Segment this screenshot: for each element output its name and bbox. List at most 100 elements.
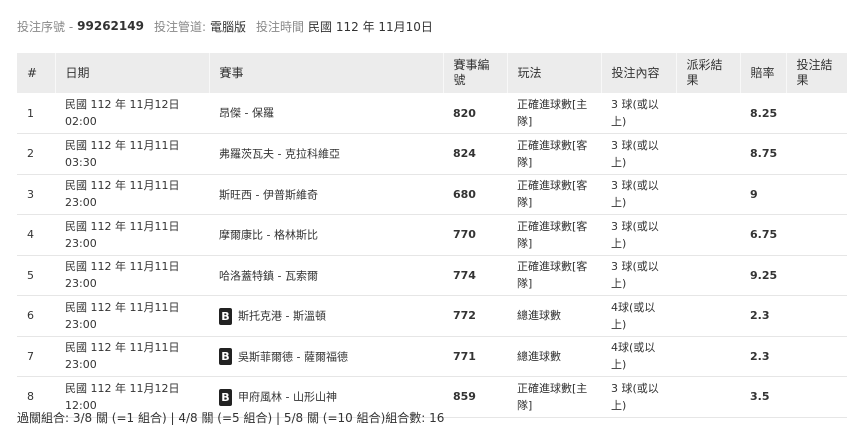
row-number: 7	[27, 349, 34, 363]
play-type: 總進球數	[517, 309, 561, 323]
banker-badge: B	[219, 388, 232, 406]
column-header-bet-result: 投注結果	[785, 53, 847, 93]
odds-value: 8.25	[750, 106, 778, 120]
match-datetime: 民國 112 年 11月11日 03:30	[65, 138, 180, 169]
bet-content: 3 球(或以上)	[611, 219, 659, 250]
odds-value: 2.3	[750, 309, 770, 323]
odds-value: 3.5	[750, 390, 770, 404]
table-header-row: # 日期 賽事 賽事編號 玩法 投注內容 派彩結果 賠率 投注結果	[17, 53, 847, 93]
event-name: 斯旺西 - 伊普斯維奇	[219, 188, 318, 201]
bet-result	[786, 377, 847, 418]
column-header-date: 日期	[54, 53, 209, 93]
bet-result	[786, 215, 847, 256]
channel-value: 電腦版	[210, 19, 247, 34]
column-header-event: 賽事	[208, 53, 443, 93]
match-datetime: 民國 112 年 11月11日 23:00	[65, 179, 180, 210]
column-header-play-type: 玩法	[506, 53, 601, 93]
column-header-payout-result: 派彩結果	[675, 53, 740, 93]
bet-result	[786, 296, 847, 337]
odds-value: 9	[750, 187, 758, 201]
odds-value: 2.3	[750, 349, 770, 363]
payout-result	[676, 336, 740, 377]
payout-result	[676, 296, 740, 337]
banker-badge: B	[219, 307, 232, 325]
row-number: 1	[27, 106, 34, 120]
play-type: 總進球數	[517, 349, 561, 363]
time-value: 民國 112 年 11月10日	[308, 19, 433, 34]
match-datetime: 民國 112 年 11月11日 23:00	[65, 260, 180, 291]
column-header-bet-content: 投注內容	[600, 53, 676, 93]
match-datetime: 民國 112 年 11月11日 23:00	[65, 341, 180, 372]
event-name: 摩爾康比 - 格林斯比	[219, 228, 318, 242]
play-type: 正確進球數[主隊]	[517, 98, 588, 128]
play-type: 正確進球數[客隊]	[517, 179, 588, 210]
event-code: 772	[453, 309, 476, 323]
event-code: 771	[453, 349, 476, 363]
bet-content: 3 球(或以上)	[611, 381, 659, 412]
table-row: 7 民國 112 年 11月11日 23:00 B 吳斯菲爾德 - 薩爾福德 771 總進…	[17, 336, 847, 377]
payout-result	[676, 174, 740, 215]
event-name: 哈洛蓋特鎮 - 瓦索爾	[219, 269, 318, 282]
event-name: 斯托克港 - 斯溫頓	[238, 309, 326, 323]
event-code: 680	[453, 187, 476, 201]
event-name: 昂傑 - 保羅	[219, 106, 274, 120]
bet-content: 4球(或以上)	[611, 300, 656, 331]
row-number: 2	[27, 147, 34, 161]
bet-detail-table: # 日期 賽事 賽事編號 玩法 投注內容 派彩結果 賠率 投注結果 1 民國 11…	[17, 53, 847, 418]
column-header-event-code: 賽事編號	[442, 53, 507, 93]
event-name: 甲府風林 - 山形山神	[238, 390, 337, 404]
bet-content: 3 球(或以上)	[611, 260, 659, 291]
event-code: 824	[453, 147, 476, 161]
event-cell: 斯旺西 - 伊普斯維奇	[209, 174, 443, 215]
odds-value: 8.75	[750, 147, 778, 161]
play-type: 正確進球數[客隊]	[517, 138, 588, 169]
combination-summary: 過關組合: 3/8 關 (=1 組合) | 4/8 關 (=5 組合) | 5/…	[17, 411, 445, 425]
bet-result	[786, 255, 847, 296]
table-row: 5 民國 112 年 11月11日 23:00 哈洛蓋特鎮 - 瓦索爾 774 正確進球…	[17, 255, 847, 296]
match-datetime: 民國 112 年 11月11日 23:00	[65, 300, 180, 331]
odds-value: 6.75	[750, 228, 778, 242]
event-cell: B 吳斯菲爾德 - 薩爾福德	[209, 336, 443, 377]
play-type: 正確進球數[主隊]	[517, 381, 588, 412]
payout-result	[676, 255, 740, 296]
play-type: 正確進球數[客隊]	[517, 219, 588, 250]
banker-badge: B	[219, 348, 232, 365]
time-label: 投注時間	[256, 19, 305, 34]
row-number: 3	[27, 187, 34, 201]
bet-result	[786, 134, 847, 175]
match-datetime: 民國 112 年 11月12日 02:00	[65, 98, 180, 128]
event-cell: B 斯托克港 - 斯溫頓	[209, 296, 443, 337]
table-row: 4 民國 112 年 11月11日 23:00 摩爾康比 - 格林斯比 770 正確進球…	[17, 215, 847, 256]
event-code: 774	[453, 268, 476, 282]
table-row: 2 民國 112 年 11月11日 03:30 弗羅茨瓦夫 - 克拉科維亞 824 正確…	[17, 134, 847, 175]
column-header-number: #	[27, 65, 38, 80]
event-name: 吳斯菲爾德 - 薩爾福德	[238, 350, 348, 363]
row-number: 6	[27, 309, 34, 323]
event-cell: 哈洛蓋特鎮 - 瓦索爾	[209, 255, 443, 296]
bet-result	[786, 336, 847, 377]
bet-content: 4球(或以上)	[611, 341, 656, 372]
channel-label: 投注管道:	[153, 19, 206, 34]
event-cell: 弗羅茨瓦夫 - 克拉科維亞	[209, 134, 443, 175]
bet-content: 3 球(或以上)	[611, 138, 659, 169]
match-datetime: 民國 112 年 11月11日 23:00	[65, 219, 180, 250]
table-row: 6 民國 112 年 11月11日 23:00 B 斯托克港 - 斯溫頓 772 總進球數…	[17, 296, 847, 337]
bet-info-bar: 投注序號 - 99262149 投注管道: 電腦版 投注時間 民國 112 年 …	[17, 16, 443, 36]
bet-result	[786, 174, 847, 215]
column-header-odds: 賠率	[739, 53, 786, 93]
payout-result	[676, 93, 740, 134]
event-code: 859	[453, 390, 476, 404]
bet-content: 3 球(或以上)	[611, 98, 659, 128]
event-cell: 昂傑 - 保羅	[209, 93, 443, 134]
event-cell: 摩爾康比 - 格林斯比	[209, 215, 443, 256]
table-row: 3 民國 112 年 11月11日 23:00 斯旺西 - 伊普斯維奇 680 正確進球…	[17, 174, 847, 215]
payout-result	[676, 134, 740, 175]
row-number: 5	[27, 268, 34, 282]
row-number: 4	[27, 228, 34, 242]
event-name: 弗羅茨瓦夫 - 克拉科維亞	[219, 147, 340, 161]
serial-number: 99262149	[77, 19, 144, 33]
bet-result	[786, 93, 847, 134]
payout-result	[676, 215, 740, 256]
event-code: 770	[453, 228, 476, 242]
payout-result	[676, 377, 740, 418]
